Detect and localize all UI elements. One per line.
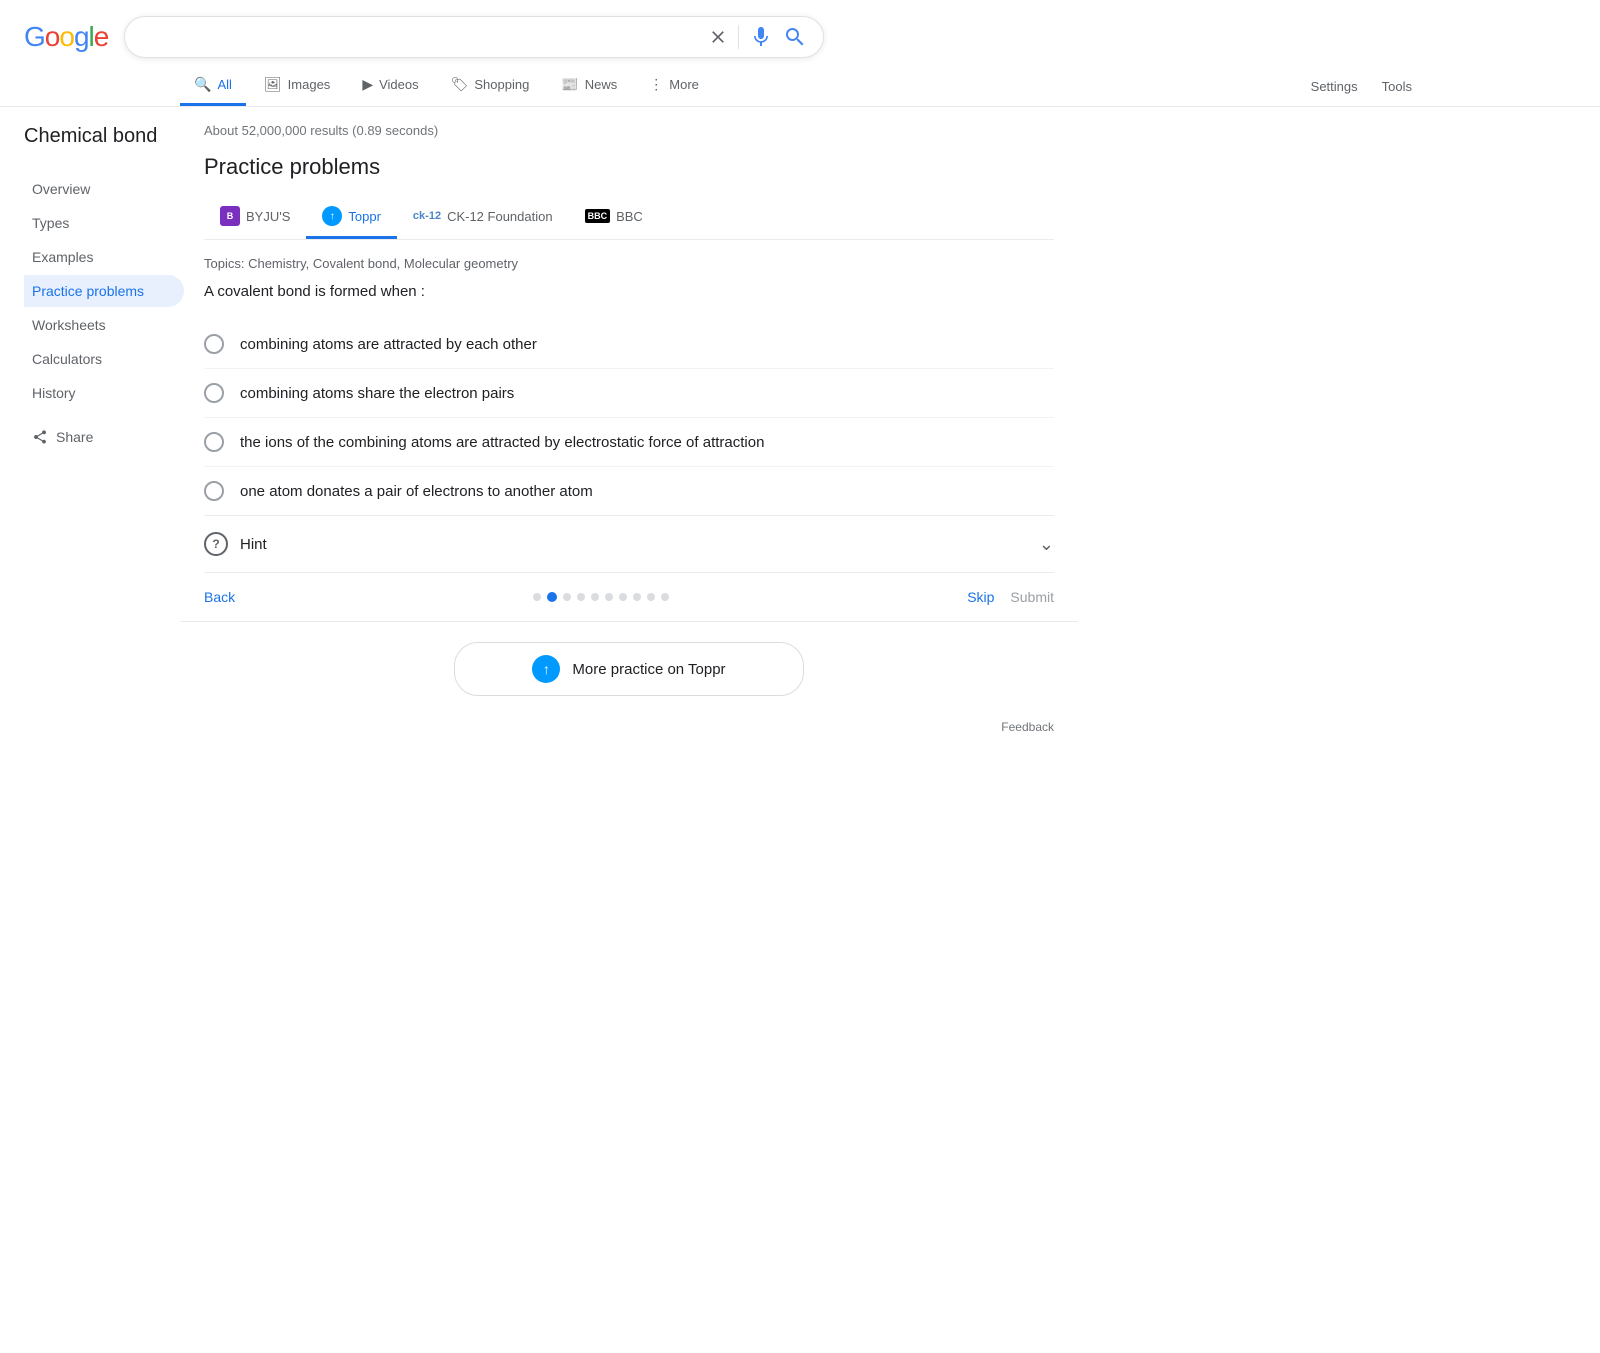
dot-5 bbox=[605, 593, 613, 601]
hint-icon: ? bbox=[204, 532, 228, 556]
header: Google chemical bond practice problems bbox=[0, 0, 1600, 58]
separator bbox=[180, 621, 1078, 622]
tab-news[interactable]: 📰 News bbox=[547, 66, 631, 106]
search-icon: 🔍 bbox=[194, 76, 211, 93]
source-tabs: B BYJU'S ↑ Toppr ck-12 CK-12 Foundation … bbox=[204, 196, 1054, 240]
radio-c[interactable] bbox=[204, 432, 224, 452]
bbc-logo: BBC bbox=[585, 209, 611, 223]
tools-link[interactable]: Tools bbox=[1374, 69, 1420, 104]
option-a-text: combining atoms are attracted by each ot… bbox=[240, 336, 537, 353]
radio-d[interactable] bbox=[204, 481, 224, 501]
main-content: Chemical bond Overview Types Examples Pr… bbox=[0, 123, 1600, 750]
voice-search-button[interactable] bbox=[749, 25, 773, 49]
question-text: A covalent bond is formed when : bbox=[204, 283, 1054, 300]
sidebar-item-history[interactable]: History bbox=[24, 377, 184, 409]
sidebar-item-overview[interactable]: Overview bbox=[24, 173, 184, 205]
search-button[interactable] bbox=[783, 25, 807, 49]
content-area: About 52,000,000 results (0.89 seconds) … bbox=[204, 123, 1054, 750]
more-practice-label: More practice on Toppr bbox=[572, 661, 725, 678]
share-button[interactable]: Share bbox=[24, 417, 184, 457]
search-icons bbox=[708, 25, 807, 49]
sidebar-item-types[interactable]: Types bbox=[24, 207, 184, 239]
tab-all[interactable]: 🔍 All bbox=[180, 66, 246, 106]
hint-left: ? Hint bbox=[204, 532, 267, 556]
tab-shopping[interactable]: 🏷 Shopping bbox=[437, 66, 544, 106]
source-tab-bbc[interactable]: BBC BBC bbox=[569, 199, 659, 237]
news-icon: 📰 bbox=[561, 76, 578, 93]
videos-icon: ▶ bbox=[362, 76, 373, 93]
chevron-down-icon[interactable]: ⌄ bbox=[1039, 534, 1054, 555]
tab-more[interactable]: ⋮ More bbox=[635, 66, 713, 106]
dot-3 bbox=[577, 593, 585, 601]
hint-row[interactable]: ? Hint ⌄ bbox=[204, 515, 1054, 573]
source-tab-toppr[interactable]: ↑ Toppr bbox=[306, 196, 397, 239]
settings-link[interactable]: Settings bbox=[1303, 69, 1366, 104]
dot-9 bbox=[661, 593, 669, 601]
option-b[interactable]: combining atoms share the electron pairs bbox=[204, 369, 1054, 418]
source-tab-ck12[interactable]: ck-12 CK-12 Foundation bbox=[397, 199, 569, 237]
clear-button[interactable] bbox=[708, 27, 728, 47]
dot-2 bbox=[563, 593, 571, 601]
search-bar-wrapper: chemical bond practice problems bbox=[124, 16, 824, 58]
option-d-text: one atom donates a pair of electrons to … bbox=[240, 483, 593, 500]
byjus-logo: B bbox=[220, 206, 240, 226]
dot-1 bbox=[547, 592, 557, 602]
settings-tools: Settings Tools bbox=[1303, 69, 1420, 104]
nav-right: Skip Submit bbox=[967, 589, 1054, 605]
toppr-circle-icon: ↑ bbox=[532, 655, 560, 683]
submit-button[interactable]: Submit bbox=[1010, 589, 1054, 605]
option-c[interactable]: the ions of the combining atoms are attr… bbox=[204, 418, 1054, 467]
tab-images[interactable]: 🖼 Images bbox=[250, 66, 344, 106]
images-icon: 🖼 bbox=[264, 76, 282, 93]
search-input[interactable]: chemical bond practice problems bbox=[141, 28, 700, 46]
back-button[interactable]: Back bbox=[204, 589, 235, 605]
more-practice-container: ↑ More practice on Toppr bbox=[204, 642, 1054, 696]
option-b-text: combining atoms share the electron pairs bbox=[240, 385, 514, 402]
feedback-row: Feedback bbox=[204, 712, 1054, 750]
dot-0 bbox=[533, 593, 541, 601]
sidebar-item-worksheets[interactable]: Worksheets bbox=[24, 309, 184, 341]
sidebar-item-calculators[interactable]: Calculators bbox=[24, 343, 184, 375]
hint-text: Hint bbox=[240, 536, 267, 553]
options-list: combining atoms are attracted by each ot… bbox=[204, 320, 1054, 515]
google-logo: Google bbox=[24, 21, 108, 53]
feedback-link[interactable]: Feedback bbox=[1001, 720, 1054, 734]
ck12-logo: ck-12 bbox=[413, 210, 441, 222]
shopping-icon: 🏷 bbox=[451, 76, 469, 93]
topics: Topics: Chemistry, Covalent bond, Molecu… bbox=[204, 256, 1054, 271]
divider bbox=[738, 25, 739, 49]
sidebar-item-examples[interactable]: Examples bbox=[24, 241, 184, 273]
dot-6 bbox=[619, 593, 627, 601]
sidebar-nav: Overview Types Examples Practice problem… bbox=[24, 173, 184, 409]
source-tab-byjus[interactable]: B BYJU'S bbox=[204, 196, 306, 239]
nav-row: Back Skip Submit bbox=[204, 573, 1054, 621]
sidebar-item-practice[interactable]: Practice problems bbox=[24, 275, 184, 307]
tab-videos[interactable]: ▶ Videos bbox=[348, 66, 432, 106]
option-c-text: the ions of the combining atoms are attr… bbox=[240, 434, 764, 451]
toppr-logo: ↑ bbox=[322, 206, 342, 226]
radio-a[interactable] bbox=[204, 334, 224, 354]
radio-b[interactable] bbox=[204, 383, 224, 403]
share-label: Share bbox=[56, 429, 93, 445]
toppr-arrow-icon: ↑ bbox=[543, 661, 550, 677]
skip-button[interactable]: Skip bbox=[967, 589, 994, 605]
section-title: Practice problems bbox=[204, 154, 1054, 180]
option-d[interactable]: one atom donates a pair of electrons to … bbox=[204, 467, 1054, 515]
search-bar: chemical bond practice problems bbox=[124, 16, 824, 58]
results-count: About 52,000,000 results (0.89 seconds) bbox=[204, 123, 1054, 138]
option-a[interactable]: combining atoms are attracted by each ot… bbox=[204, 320, 1054, 369]
search-tabs: 🔍 All 🖼 Images ▶ Videos 🏷 Shopping 📰 New… bbox=[0, 58, 1600, 107]
dot-8 bbox=[647, 593, 655, 601]
more-icon: ⋮ bbox=[649, 76, 663, 93]
dot-7 bbox=[633, 593, 641, 601]
more-practice-button[interactable]: ↑ More practice on Toppr bbox=[454, 642, 804, 696]
dots-container bbox=[533, 592, 669, 602]
sidebar: Chemical bond Overview Types Examples Pr… bbox=[24, 123, 204, 750]
dot-4 bbox=[591, 593, 599, 601]
sidebar-title: Chemical bond bbox=[24, 123, 184, 149]
